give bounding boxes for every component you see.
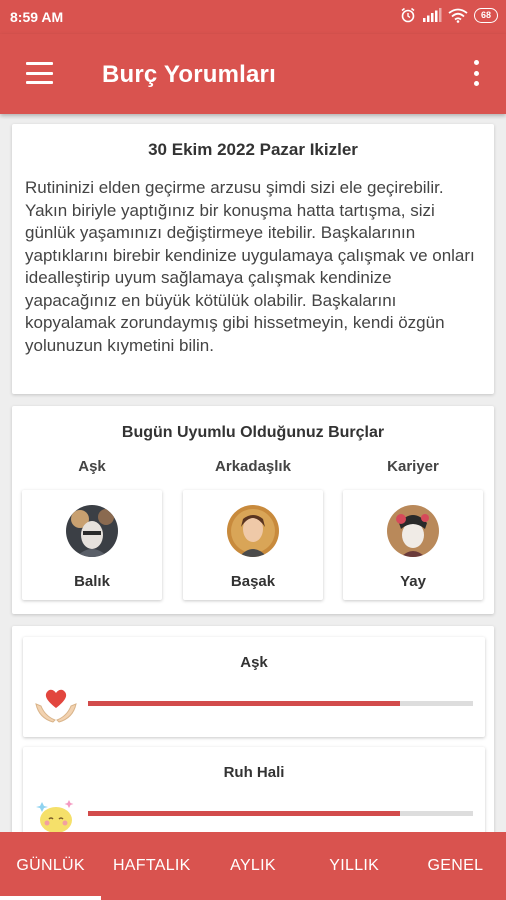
meter-love: Aşk <box>23 637 485 737</box>
meter-track <box>88 811 473 816</box>
horoscope-card: 30 Ekim 2022 Pazar Ikizler Rutininizi el… <box>12 124 494 394</box>
horoscope-text: Rutininizi elden geçirme arzusu şimdi si… <box>25 178 475 355</box>
virgo-avatar <box>227 505 279 557</box>
compat-friendship: Arkadaşlık Başak <box>183 458 323 600</box>
mood-face-icon <box>36 800 74 833</box>
meter-fill <box>88 701 400 706</box>
compat-category: Arkadaşlık <box>215 458 291 475</box>
pisces-avatar <box>66 505 118 557</box>
menu-icon[interactable] <box>26 62 53 84</box>
app-bar: Burç Yorumları <box>0 34 506 114</box>
compat-sign-tile[interactable]: Yay <box>343 490 483 600</box>
app-title: Burç Yorumları <box>102 61 276 88</box>
compat-category: Aşk <box>78 458 106 475</box>
status-time: 8:59 AM <box>10 9 64 25</box>
compatibility-card: Bugün Uyumlu Olduğunuz Burçlar Aşk Balık… <box>12 406 494 614</box>
tab-general[interactable]: GENEL <box>405 832 506 900</box>
compatibility-title: Bugün Uyumlu Olduğunuz Burçlar <box>121 424 385 441</box>
sagittarius-avatar <box>387 505 439 557</box>
compat-love: Aşk Balık <box>22 458 162 600</box>
more-options-icon[interactable] <box>473 60 479 86</box>
tab-daily[interactable]: GÜNLÜK <box>0 832 102 900</box>
battery-indicator: 68 <box>473 7 498 23</box>
compat-sign-tile[interactable]: Balık <box>22 490 162 600</box>
sign-name: Başak <box>230 573 276 590</box>
tab-weekly[interactable]: HAFTALIK <box>101 832 202 900</box>
compat-career: Kariyer Yay <box>343 458 483 600</box>
status-icons: 68 <box>400 7 498 23</box>
sign-name: Balık <box>74 573 110 590</box>
wifi-icon <box>448 8 468 23</box>
horoscope-date-title: 30 Ekim 2022 Pazar Ikizler <box>148 140 358 159</box>
sign-name: Yay <box>400 573 426 590</box>
meter-fill <box>88 811 400 816</box>
alarm-icon <box>401 7 415 23</box>
meter-track <box>88 701 473 706</box>
meter-label: Aşk <box>240 654 268 671</box>
signal-icon <box>422 8 442 22</box>
status-bar: 8:59 AM 68 <box>0 0 506 34</box>
tab-yearly[interactable]: YILLIK <box>304 832 405 900</box>
tab-monthly[interactable]: AYLIK <box>202 832 303 900</box>
heart-hands-icon <box>35 689 77 723</box>
meter-label: Ruh Hali <box>223 764 285 781</box>
compat-category: Kariyer <box>387 458 439 475</box>
bottom-tab-bar: GÜNLÜK HAFTALIK AYLIK YILLIK GENEL <box>0 832 506 900</box>
meters-card: Aşk Ruh Hali <box>12 626 494 847</box>
compat-sign-tile[interactable]: Başak <box>183 490 323 600</box>
